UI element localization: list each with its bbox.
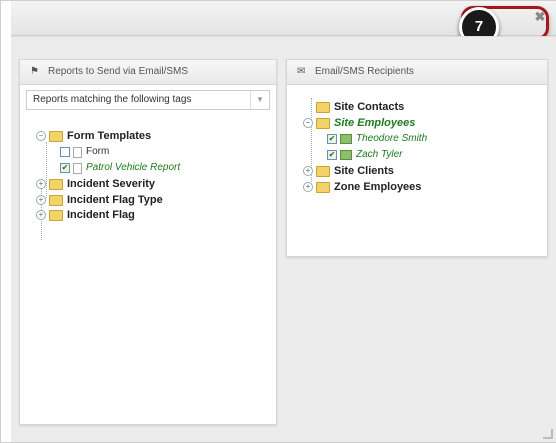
modal-dialog: ✖ 7 ⚑ Reports to Send via Email/SMS Repor… [0, 0, 556, 443]
tree-node-zach-tyler[interactable]: ✔ Zach Tyler [327, 148, 403, 162]
tree-node-theodore-smith[interactable]: ✔ Theodore Smith [327, 132, 427, 146]
tree-node-incident-severity[interactable]: + Incident Severity [36, 177, 155, 191]
recipients-panel-header: ✉ Email/SMS Recipients [287, 60, 547, 85]
tree-node-label: Site Employees [334, 117, 416, 130]
tree-node-incident-flag[interactable]: + Incident Flag [36, 208, 135, 222]
folder-icon [49, 209, 63, 221]
tree-node-label: Zach Tyler [356, 149, 403, 161]
chevron-down-icon[interactable]: ▼ [250, 91, 269, 109]
reports-panel: ⚑ Reports to Send via Email/SMS Reports m… [19, 59, 277, 425]
collapse-icon[interactable]: − [303, 118, 313, 129]
checkbox-icon[interactable]: ✔ [60, 163, 70, 174]
tree-node-patrol-vehicle-report[interactable]: ✔ Patrol Vehicle Report [60, 161, 180, 175]
tree-node-label: Incident Severity [67, 178, 156, 191]
person-icon [340, 150, 352, 161]
tree-node-label: Incident Flag [67, 209, 135, 222]
reports-panel-header: ⚑ Reports to Send via Email/SMS [20, 60, 276, 85]
tree-node-label: Site Contacts [334, 101, 405, 114]
tree-node-site-contacts[interactable]: Site Contacts [303, 100, 404, 114]
tree-node-incident-flag-type[interactable]: + Incident Flag Type [36, 193, 163, 207]
expand-icon[interactable]: + [36, 195, 46, 206]
reports-panel-title: Reports to Send via Email/SMS [48, 66, 189, 77]
tree-node-label: Theodore Smith [356, 133, 428, 145]
resize-handle[interactable] [543, 429, 553, 439]
person-icon [340, 134, 352, 145]
tree-node-label: Incident Flag Type [67, 194, 163, 207]
folder-icon [49, 194, 63, 206]
recipients-panel: ✉ Email/SMS Recipients Site Contacts − Sit… [286, 59, 548, 257]
expand-icon[interactable]: + [303, 182, 313, 193]
folder-icon [49, 130, 63, 142]
tree-node-label: Patrol Vehicle Report [86, 162, 181, 174]
collapse-icon[interactable]: − [36, 131, 46, 142]
folder-icon [316, 165, 330, 177]
report-filter-select[interactable]: Reports matching the following tags ▼ [26, 90, 270, 110]
folder-icon [49, 178, 63, 190]
document-icon [73, 146, 82, 158]
folder-icon [316, 117, 330, 129]
report-filter-value: Reports matching the following tags [33, 94, 192, 105]
tree-node-site-employees[interactable]: − Site Employees [303, 116, 415, 130]
recipients-panel-title: Email/SMS Recipients [315, 66, 414, 77]
expand-icon[interactable]: + [36, 179, 46, 190]
checkbox-icon[interactable] [60, 147, 70, 158]
folder-icon [316, 181, 330, 193]
modal-body: ⚑ Reports to Send via Email/SMS Reports m… [11, 36, 556, 442]
tree-node-zone-employees[interactable]: + Zone Employees [303, 180, 421, 194]
tree-node-form-templates[interactable]: − Form Templates [36, 129, 151, 143]
tree-node-label: Zone Employees [334, 181, 422, 194]
tree-node-label: Form Templates [67, 130, 152, 143]
tree-node-label: Form [86, 146, 110, 158]
expand-icon[interactable]: + [303, 166, 313, 177]
tree-node-site-clients[interactable]: + Site Clients [303, 164, 394, 178]
expand-icon[interactable]: + [36, 210, 46, 221]
checkbox-icon[interactable]: ✔ [327, 150, 337, 161]
document-icon [73, 162, 82, 174]
folder-icon [316, 101, 330, 113]
flag-icon: ⚑ [30, 66, 39, 77]
envelope-icon: ✉ [297, 66, 306, 77]
tree-node-form[interactable]: Form [60, 145, 109, 159]
checkbox-icon[interactable]: ✔ [327, 134, 337, 145]
tree-node-label: Site Clients [334, 165, 394, 178]
